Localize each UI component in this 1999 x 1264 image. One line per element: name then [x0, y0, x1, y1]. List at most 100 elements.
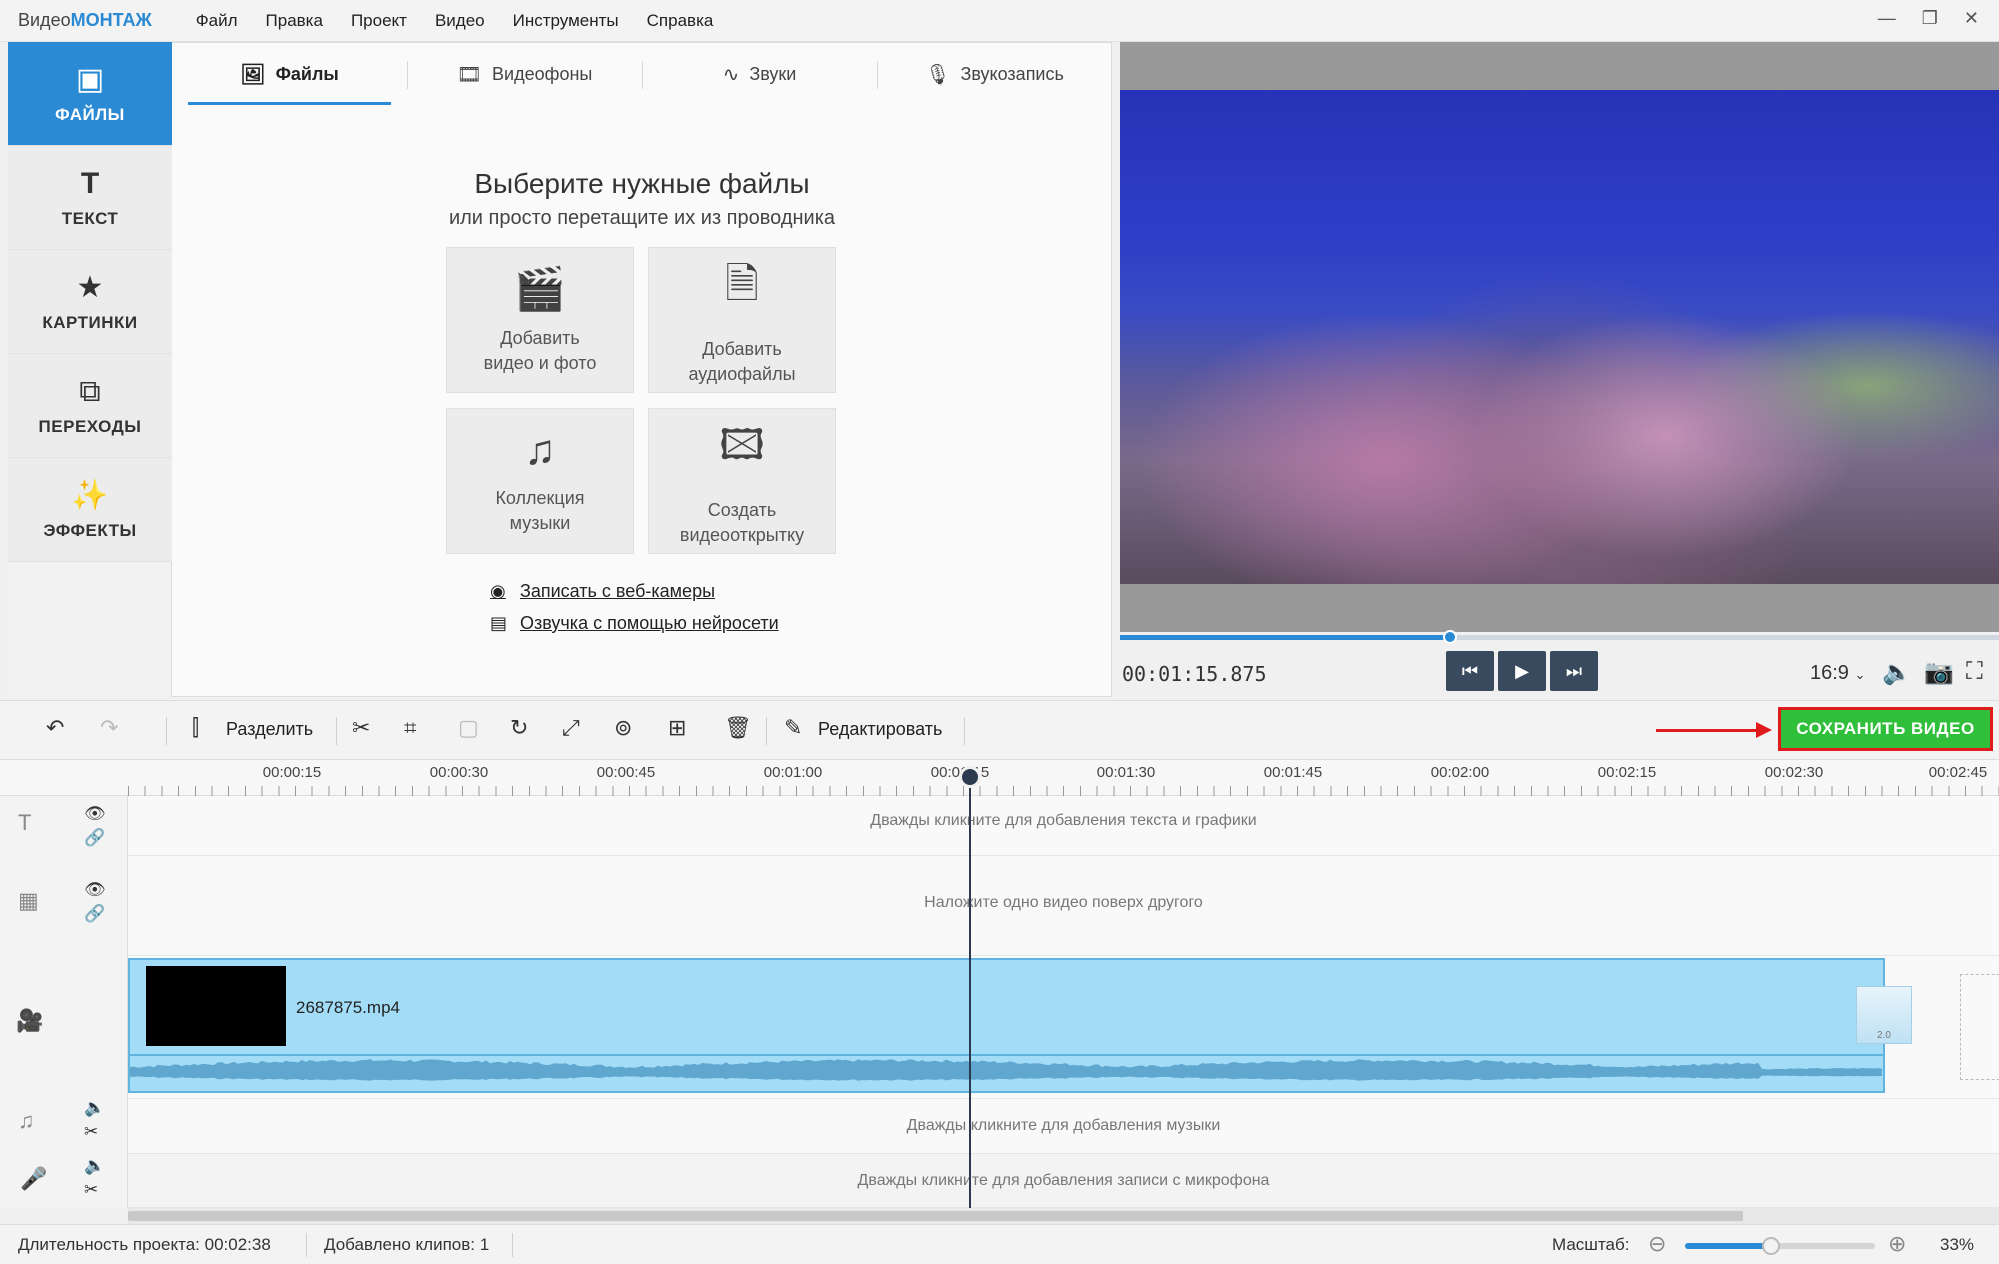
split-button[interactable]: Разделить [226, 719, 313, 740]
duration-label: Длительность проекта: [18, 1235, 200, 1254]
music-collection-button[interactable]: ♫ Коллекция музыки [446, 408, 634, 554]
timeline-tracks[interactable]: Дважды кликните для добавления текста и … [128, 796, 1999, 1208]
link-icon[interactable]: 🔗 [84, 828, 105, 848]
snapshot-icon[interactable]: 📷 [1924, 658, 1954, 687]
film-icon: 🎞 [456, 63, 483, 86]
film-reel-icon: 🎬 [513, 264, 567, 312]
sidebar-item-pictures[interactable]: ★ КАРТИНКИ [8, 250, 172, 354]
tab-sound-recording[interactable]: 🎙 Звукозапись [877, 43, 1112, 105]
eye-icon[interactable]: 👁 [84, 804, 106, 824]
menu-file[interactable]: Файл [196, 11, 238, 31]
menu-help[interactable]: Справка [647, 11, 714, 31]
ruler-tick: 00:02:30 [1764, 764, 1824, 781]
rotate-icon[interactable]: ↻ [510, 715, 528, 741]
mute-link-icon[interactable]: ✂ [84, 1180, 98, 1200]
timecode: 00:01:15.875 [1122, 662, 1267, 686]
timeline-scrollbar[interactable] [128, 1208, 1999, 1224]
progress-handle[interactable] [1442, 630, 1457, 644]
panel-subtitle: или просто перетащите их из проводника [448, 207, 836, 229]
ruler-tick: 00:02:15 [1597, 764, 1657, 781]
sidebar-item-label: ФАЙЛЫ [55, 105, 125, 124]
menu-video[interactable]: Видео [435, 11, 485, 31]
sidebar-item-text[interactable]: T ТЕКСТ [8, 146, 172, 250]
fullscreen-icon[interactable]: ⛶ [1966, 658, 1983, 686]
sidebar-item-effects[interactable]: ✨ ЭФФЕКТЫ [8, 458, 172, 562]
eye-icon[interactable]: 👁 [84, 880, 106, 900]
image-icon: ▣ [75, 63, 105, 96]
speaker-icon[interactable]: 🔈 [84, 1098, 105, 1118]
add-clip-placeholder[interactable] [1960, 974, 1999, 1080]
tab-files[interactable]: 🖼 Файлы [172, 43, 407, 105]
tab-video-backgrounds[interactable]: 🎞 Видеофоны [407, 43, 642, 105]
edit-button[interactable]: Редактировать [818, 719, 942, 740]
prev-frame-button[interactable]: ⏮ [1446, 651, 1494, 691]
frame-icon[interactable]: ▢ [458, 715, 479, 741]
video-clip[interactable]: 2687875.mp4 [128, 958, 1885, 1093]
panel-title: Выберите нужные файлы [474, 168, 810, 199]
ai-voice-icon: ▤ [490, 613, 508, 633]
files-panel: 🖼 Файлы 🎞 Видеофоны ∿ Звуки 🎙 Звукозапись Вы… [172, 42, 1112, 697]
minimize-icon[interactable]: — [1878, 8, 1896, 29]
volume-icon[interactable]: 🔈 [1882, 658, 1912, 687]
playback-progress[interactable] [1120, 630, 1999, 644]
video-player[interactable] [1120, 42, 1999, 632]
ruler-tick: 00:01:45 [1263, 764, 1323, 781]
transition-thumbnail[interactable]: 2.0 [1856, 986, 1912, 1044]
progress-fill [1120, 635, 1450, 640]
save-video-button[interactable]: СОХРАНИТЬ ВИДЕО [1778, 707, 1993, 751]
play-button[interactable]: ▶ [1498, 651, 1546, 691]
add-audio-button[interactable]: 🗎 Добавить аудиофайлы [648, 247, 836, 393]
video-preview: 00:01:15.875 ⏮ ▶ ⏭ 16:9 ⌄ 🔈 📷 ⛶ [1120, 42, 1999, 697]
insert-frame-icon[interactable]: ⊞ [668, 715, 686, 741]
split-icon: ⫿ [192, 715, 200, 740]
resize-icon[interactable]: ⤢ [562, 715, 580, 741]
text-track[interactable]: Дважды кликните для добавления текста и … [128, 796, 1999, 856]
sidebar-item-transitions[interactable]: ⧉ ПЕРЕХОДЫ [8, 354, 172, 458]
skip-back-icon: ⏮ [1461, 660, 1479, 681]
magic-wand-icon: ✨ [71, 479, 109, 512]
stabilize-icon[interactable]: ⊚ [614, 715, 632, 741]
overlay-track[interactable]: Наложите одно видео поверх другого [128, 856, 1999, 956]
mute-link-icon[interactable]: ✂ [84, 1122, 98, 1142]
restore-icon[interactable]: ❐ [1922, 8, 1938, 29]
ai-voiceover-link[interactable]: ▤ Озвучка с помощью нейросети [490, 613, 779, 634]
speaker-icon[interactable]: 🔈 [84, 1156, 105, 1176]
chevron-down-icon: ⌄ [1854, 667, 1866, 682]
menu-tools[interactable]: Инструменты [513, 11, 619, 31]
scissors-icon[interactable]: ✂ [352, 715, 370, 741]
scrollbar-thumb[interactable] [128, 1211, 1743, 1221]
tab-separator [877, 61, 878, 89]
redo-icon[interactable]: ↷ [100, 715, 118, 741]
trash-icon[interactable]: 🗑 [724, 715, 752, 741]
playhead[interactable] [969, 778, 971, 1208]
zoom-slider[interactable] [1685, 1237, 1875, 1255]
arrow-annotation [1656, 729, 1760, 732]
aspect-ratio-select[interactable]: 16:9 ⌄ [1810, 662, 1865, 685]
zoom-in-icon[interactable]: ⊕ [1888, 1231, 1906, 1257]
tab-sounds[interactable]: ∿ Звуки [642, 43, 877, 105]
zoom-label: Масштаб: [1552, 1235, 1630, 1254]
play-icon: ▶ [1515, 660, 1529, 681]
overlay-track-icon: ▦ [18, 888, 39, 913]
close-icon[interactable]: ✕ [1964, 8, 1979, 29]
zoom-handle[interactable] [1761, 1237, 1780, 1255]
link-icon[interactable]: 🔗 [84, 904, 105, 924]
text-icon: T [80, 166, 100, 200]
music-track[interactable]: Дважды кликните для добавления музыки [128, 1098, 1999, 1154]
create-postcard-button[interactable]: 🖾 Создать видеооткрытку [648, 408, 836, 554]
crop-icon[interactable]: ⌗ [404, 715, 416, 741]
playhead-handle[interactable] [959, 766, 981, 788]
microphone-track[interactable]: Дважды кликните для добавления записи с … [128, 1154, 1999, 1208]
sidebar-item-files[interactable]: ▣ ФАЙЛЫ [8, 42, 172, 146]
editing-toolbar: ↶ ↷ ⫿ Разделить ✂ ⌗ ▢ ↻ ⤢ ⊚ ⊞ 🗑 ✎ Редакт… [0, 700, 1999, 760]
clips-value: 1 [479, 1235, 490, 1254]
menu-project[interactable]: Проект [351, 11, 407, 31]
zoom-out-icon[interactable]: ⊖ [1648, 1231, 1666, 1257]
add-video-photo-button[interactable]: 🎬 Добавить видео и фото [446, 247, 634, 393]
undo-icon[interactable]: ↶ [46, 715, 64, 741]
webcam-record-link[interactable]: ◉ Записать с веб-камеры [490, 581, 715, 602]
timeline-ruler[interactable]: 00:00:15 00:00:30 00:00:45 00:01:00 00:0… [0, 760, 1999, 796]
audio-file-icon: 🗎 [725, 259, 759, 307]
menu-edit[interactable]: Правка [266, 11, 323, 31]
next-frame-button[interactable]: ⏭ [1550, 651, 1598, 691]
